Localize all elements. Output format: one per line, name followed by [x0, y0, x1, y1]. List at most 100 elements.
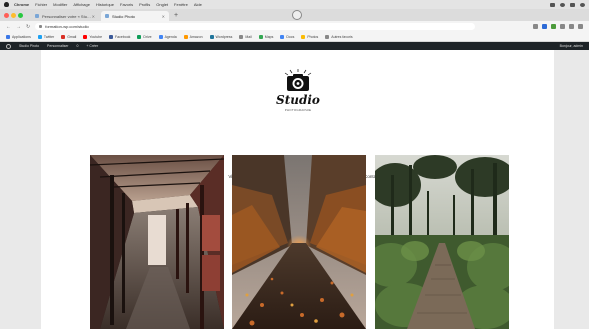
url-text: formation-wp.com/studio — [45, 24, 89, 29]
menu-profils[interactable]: Profils — [139, 2, 150, 7]
bookmark-label: Facebook — [115, 34, 131, 39]
bookmark-item[interactable]: Docs — [280, 34, 295, 39]
bookmark-label: Autres favoris — [331, 34, 353, 39]
reload-icon[interactable]: ↻ — [26, 24, 30, 30]
site-logo[interactable]: Studio PHOTOGRAPHIE — [274, 68, 322, 114]
site-page: Studio PHOTOGRAPHIE AccueilVillesMontagn… — [41, 50, 554, 329]
close-tab-icon[interactable]: ✕ — [92, 14, 95, 19]
bookmark-favicon-icon — [183, 34, 188, 39]
maximize-window-icon[interactable] — [18, 12, 23, 18]
bookmark-item[interactable]: Youtube — [83, 34, 102, 39]
bookmark-item[interactable]: Gmail — [61, 34, 77, 39]
address-bar: ← → ↻ formation-wp.com/studio — [0, 21, 589, 32]
site-tagline: PHOTOGRAPHIE — [284, 108, 312, 112]
bookmark-item[interactable]: Applications — [6, 34, 31, 39]
bookmark-favicon-icon — [109, 34, 114, 39]
bookmark-favicon-icon — [61, 34, 66, 39]
bookmark-item[interactable]: Amazon — [183, 34, 203, 39]
photo-corridor[interactable] — [90, 155, 224, 329]
bookmark-favicon-icon — [6, 34, 10, 39]
bookmark-item[interactable]: Wordpress — [209, 34, 233, 39]
wifi-icon[interactable] — [560, 2, 565, 7]
bookmark-item[interactable]: Autres favoris — [325, 34, 353, 39]
screen-recorder-icon[interactable] — [292, 10, 302, 20]
bookmark-favicon-icon — [258, 34, 263, 39]
minimize-window-icon[interactable] — [11, 12, 16, 18]
bookmark-favicon-icon — [209, 34, 214, 39]
wp-customize-link[interactable]: Personnaliser — [47, 44, 68, 48]
bookmark-item[interactable]: Agenda — [158, 34, 177, 39]
forest-boardwalk-image — [375, 155, 509, 329]
bookmark-favicon-icon — [158, 34, 163, 39]
bookmark-label: Maps — [264, 34, 274, 39]
photo-autumn-path[interactable] — [232, 155, 366, 329]
autumn-path-image — [232, 155, 366, 329]
bookmark-item[interactable]: Facebook — [109, 34, 131, 39]
wordpress-favicon-icon — [35, 14, 39, 18]
bookmark-label: Gmail — [67, 34, 77, 39]
macos-menubar: Chrome Fichier Modifier Affichage Histor… — [0, 0, 589, 9]
forward-icon[interactable]: → — [16, 24, 21, 30]
wp-greeting[interactable]: Bonjour, admin — [560, 44, 583, 48]
menu-app-name[interactable]: Chrome — [14, 2, 29, 7]
bookmark-item[interactable]: Twitter — [37, 34, 55, 39]
menu-aide[interactable]: Aide — [194, 2, 202, 7]
back-icon[interactable]: ← — [6, 24, 11, 30]
menu-favoris[interactable]: Favoris — [120, 2, 133, 7]
apple-icon[interactable] — [4, 2, 9, 7]
bookmark-label: Drive — [143, 34, 152, 39]
extension-icons — [533, 24, 583, 29]
tab-customize[interactable]: Personnaliser votre « Stu… ✕ — [31, 11, 99, 21]
menu-fichier[interactable]: Fichier — [35, 2, 47, 7]
bookmark-item[interactable]: Maps — [258, 34, 274, 39]
tab-label: Personnaliser votre « Stu… — [42, 13, 91, 19]
bookmark-item[interactable]: Drive — [137, 34, 152, 39]
wp-site-link[interactable]: Studio Photo — [19, 44, 39, 48]
bookmarks-bar: Applications Twitter Gmail Youtube Facebook D… — [0, 32, 589, 42]
close-window-icon[interactable] — [4, 12, 9, 18]
corridor-image — [90, 155, 224, 329]
bookmark-label: Applications — [12, 34, 31, 39]
extension-icon[interactable] — [560, 24, 565, 29]
wp-comments-count[interactable]: 0 — [76, 44, 78, 48]
site-title: Studio — [276, 93, 320, 107]
menu-affichage[interactable]: Affichage — [73, 2, 90, 7]
bookmark-label: Docs — [286, 34, 295, 39]
menu-historique[interactable]: Historique — [96, 2, 114, 7]
bookmark-favicon-icon — [280, 34, 285, 39]
menu-modifier[interactable]: Modifier — [53, 2, 67, 7]
control-center-icon[interactable] — [580, 2, 585, 7]
tab-label: Studio Photo — [112, 13, 135, 19]
bookmark-item[interactable]: Photos — [301, 34, 318, 39]
bookmark-favicon-icon — [137, 34, 142, 39]
wp-new-link[interactable]: + Créer — [86, 44, 98, 48]
bookmark-favicon-icon — [301, 34, 306, 39]
wp-admin-bar: Studio Photo Personnaliser 0 + Créer Bon… — [0, 42, 589, 50]
spotlight-icon[interactable] — [570, 2, 575, 7]
camera-icon — [284, 69, 312, 91]
battery-icon[interactable] — [550, 2, 555, 7]
tab-studio-photo[interactable]: Studio Photo ✕ — [101, 11, 169, 21]
new-tab-button[interactable]: + — [171, 11, 181, 21]
bookmark-favicon-icon — [325, 34, 330, 39]
menu-onglet[interactable]: Onglet — [156, 2, 168, 7]
bookmark-item[interactable]: Mail — [239, 34, 252, 39]
star-icon[interactable] — [533, 24, 538, 29]
lock-icon — [39, 25, 43, 28]
menu-fenetre[interactable]: Fenêtre — [174, 2, 188, 7]
bookmark-label: Agenda — [164, 34, 177, 39]
extension-icon[interactable] — [542, 24, 547, 29]
wordpress-logo-icon[interactable] — [6, 43, 11, 49]
extension-icon[interactable] — [551, 24, 556, 29]
bookmark-label: Wordpress — [215, 34, 233, 39]
bookmark-favicon-icon — [37, 34, 42, 39]
window-controls — [4, 9, 23, 21]
bookmark-label: Mail — [245, 34, 252, 39]
url-input[interactable]: formation-wp.com/studio — [35, 23, 476, 30]
menu-kebab-icon[interactable] — [578, 24, 583, 29]
bookmark-favicon-icon — [239, 34, 244, 39]
close-tab-icon[interactable]: ✕ — [162, 14, 165, 19]
profile-icon[interactable] — [569, 24, 574, 29]
bookmark-label: Twitter — [43, 34, 55, 39]
photo-forest-boardwalk[interactable] — [375, 155, 509, 329]
